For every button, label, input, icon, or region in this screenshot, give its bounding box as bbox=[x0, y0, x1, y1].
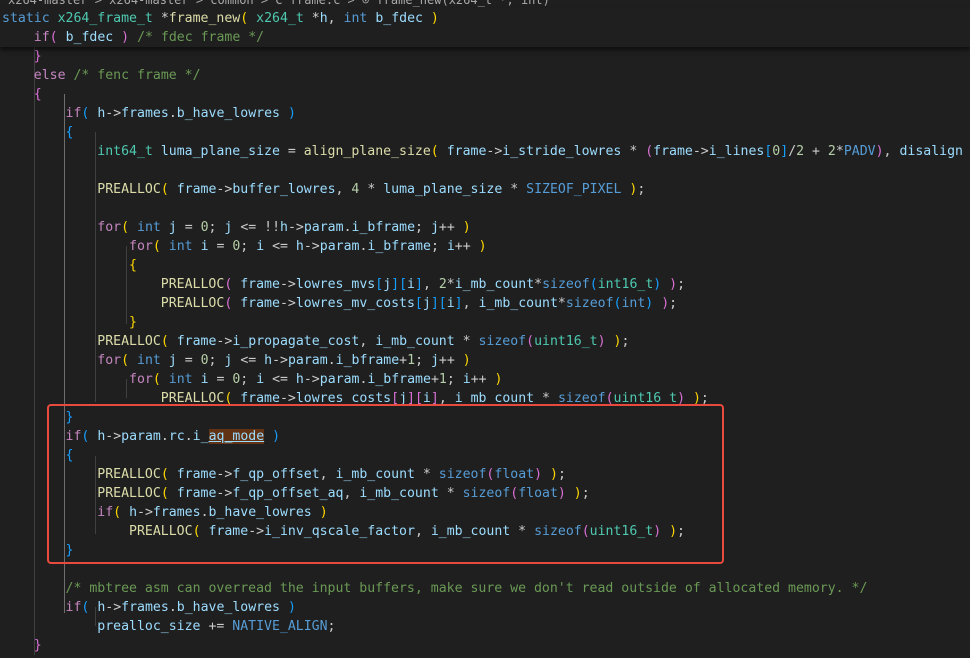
sticky-scroll-header[interactable]: static x264_frame_t *frame_new( x264_t *… bbox=[0, 9, 970, 47]
code-line[interactable]: if( h->frames.b_have_lowres ) bbox=[0, 104, 970, 123]
code-line[interactable]: PREALLOC( frame->i_propagate_cost, i_mb_… bbox=[0, 332, 970, 351]
code-line[interactable]: { bbox=[0, 85, 970, 104]
code-line[interactable]: PREALLOC( frame->buffer_lowres, 4 * luma… bbox=[0, 180, 970, 199]
sticky-line[interactable]: static x264_frame_t *frame_new( x264_t *… bbox=[0, 9, 970, 28]
code-line[interactable]: /* mbtree asm can overread the input buf… bbox=[0, 579, 970, 598]
code-line[interactable]: { bbox=[0, 256, 970, 275]
code-line[interactable]: int64_t luma_plane_size = align_plane_si… bbox=[0, 142, 970, 161]
code-line[interactable]: for( int i = 0; i <= h->param.i_bframe+1… bbox=[0, 370, 970, 389]
code-line[interactable]: PREALLOC( frame->lowres_mv_costs[j][i], … bbox=[0, 294, 970, 313]
code-line[interactable] bbox=[0, 199, 970, 218]
highlight-box bbox=[47, 404, 724, 564]
code-line[interactable]: if( h->frames.b_have_lowres ) bbox=[0, 598, 970, 617]
code-line[interactable]: for( int j = 0; j <= !!h->param.i_bframe… bbox=[0, 218, 970, 237]
code-line[interactable]: for( int j = 0; j <= h->param.i_bframe+1… bbox=[0, 351, 970, 370]
breadcrumb[interactable]: x264-master > x264-master > common > C f… bbox=[0, 0, 970, 9]
code-line[interactable]: } bbox=[0, 636, 970, 655]
code-line[interactable]: for( int i = 0; i <= h->param.i_bframe; … bbox=[0, 237, 970, 256]
code-line[interactable]: else /* fenc frame */ bbox=[0, 66, 970, 85]
sticky-line[interactable]: if( b_fdec ) /* fdec frame */ bbox=[0, 28, 970, 47]
code-line[interactable]: prealloc_size += NATIVE_ALIGN; bbox=[0, 617, 970, 636]
code-line[interactable]: { bbox=[0, 123, 970, 142]
code-line[interactable]: } bbox=[0, 313, 970, 332]
code-line[interactable] bbox=[0, 161, 970, 180]
code-line[interactable]: } bbox=[0, 47, 970, 66]
code-line[interactable]: PREALLOC( frame->lowres_mvs[j][i], 2*i_m… bbox=[0, 275, 970, 294]
